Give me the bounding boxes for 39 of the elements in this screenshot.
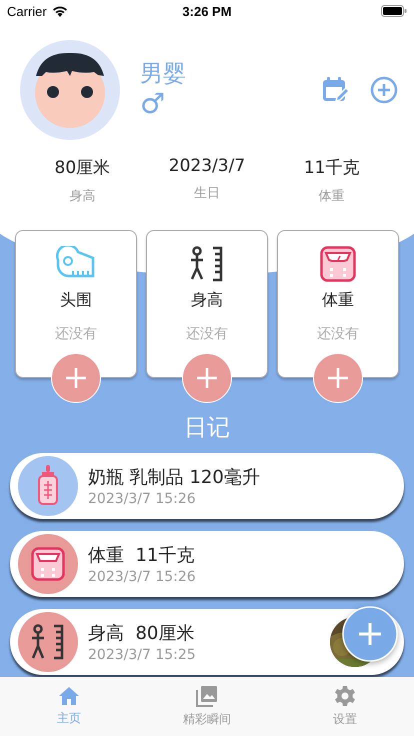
stat-value: 11千克 [304,157,360,179]
entry-title: 身高 80厘米 [88,622,196,645]
stat-value: 80厘米 [54,157,110,179]
stat-value: 2023/3/7 [168,156,246,176]
measure-card[interactable]: 头围 还没有 [15,230,137,403]
stat-label: 生日 [194,185,220,202]
add-button[interactable] [342,606,398,662]
calendar-edit-icon[interactable] [322,76,350,104]
entry-title: 体重 11千克 [88,544,196,567]
home-icon [58,686,80,706]
diary-entry[interactable]: 身高 80厘米 2023/3/7 15:25 [10,609,404,675]
card-value: 还没有 [186,325,228,343]
wifi-icon [52,5,68,17]
entry-time: 2023/3/7 15:26 [88,491,197,507]
diary-entry[interactable]: 体重 11千克 2023/3/7 15:26 [10,531,404,597]
stat-label: 身高 [69,188,96,205]
card-title: 头围 [60,290,92,311]
entry-time: 2023/3/7 15:25 [88,647,197,663]
card-title: 体重 [322,290,354,311]
entry-title: 奶瓶 乳制品 120毫升 [88,466,261,489]
gender-symbol: ♂ [140,89,166,120]
height-ruler-icon [189,246,225,282]
battery-icon [381,5,407,17]
carrier-label: Carrier [7,4,47,18]
entry-time: 2023/3/7 15:26 [88,569,197,585]
scale-icon [320,246,356,282]
card-value: 还没有 [55,325,97,343]
measure-card[interactable]: 身高 还没有 [146,230,268,403]
status-time: 3:26 PM [182,4,232,18]
card-title: 身高 [191,290,223,311]
card-value: 还没有 [317,325,359,343]
diary-title: 日记 [183,414,231,443]
gallery-icon [196,685,218,707]
measure-card[interactable]: 体重 还没有 [277,230,399,403]
stat-label: 体重 [318,188,345,205]
settings-icon [334,685,356,707]
baby-name: 男婴 [140,60,186,89]
add-circle-icon[interactable] [370,76,398,104]
diary-entry[interactable]: 奶瓶 乳制品 120毫升 2023/3/7 15:26 [10,453,404,519]
